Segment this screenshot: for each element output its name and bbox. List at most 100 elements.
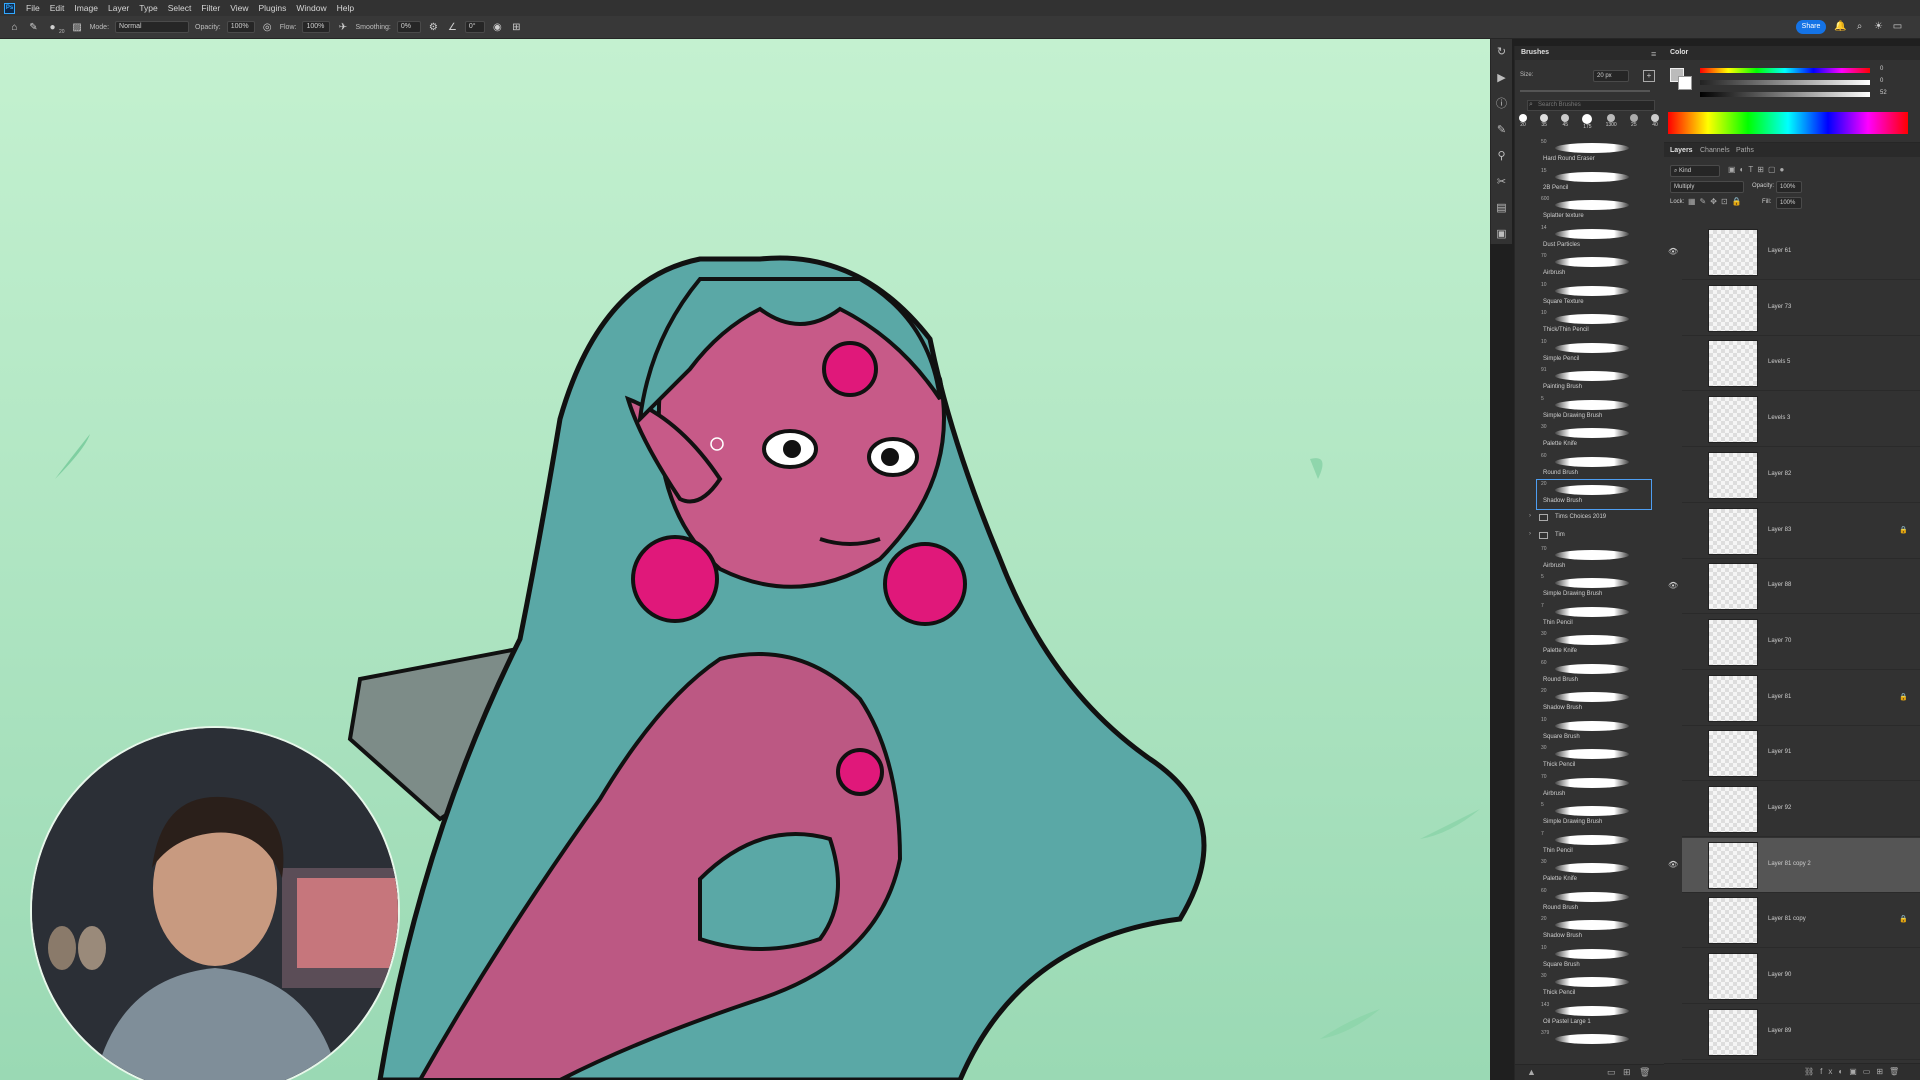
brush-preset-item[interactable]: 10 Thick/Thin Pencil [1515, 309, 1665, 338]
layer-row[interactable]: Levels 3 [1682, 392, 1920, 448]
preset-swatch[interactable]: 1300 [1606, 114, 1617, 134]
tab-layers[interactable]: Layers [1670, 147, 1693, 154]
blend-mode-select[interactable]: Multiply [1670, 181, 1744, 193]
layer-name[interactable]: Layer 83 [1768, 527, 1791, 533]
layer-row[interactable]: 👁 Layer 88 [1668, 559, 1920, 615]
menu-type[interactable]: Type [134, 3, 162, 13]
menu-file[interactable]: File [21, 3, 45, 13]
brush-preset-item[interactable]: 10 Square Brush [1515, 716, 1665, 745]
preset-swatch[interactable]: 175 [1582, 114, 1593, 134]
brush-preset-item[interactable]: 10 Square Texture [1515, 281, 1665, 310]
visibility-eye-icon[interactable]: 👁 [1668, 247, 1678, 256]
panel-menu-icon[interactable]: ≡ [1651, 49, 1656, 59]
brush-group-folder[interactable]: › Tims Choices 2019 [1515, 509, 1665, 527]
layer-row[interactable]: Layer 73 [1682, 281, 1920, 336]
brush-preset-item[interactable]: 379 [1515, 1029, 1665, 1058]
brush-preset-item[interactable]: 5 Simple Drawing Brush [1515, 573, 1665, 602]
airbrush-icon[interactable]: ✈ [336, 21, 349, 34]
brush-preset-item[interactable]: 143 Oil Pastel Large 1 [1515, 1001, 1665, 1030]
brush-preset-item[interactable]: 30 Palette Knife [1515, 858, 1665, 887]
layer-name[interactable]: Layer 70 [1768, 638, 1791, 644]
brush-preset-item[interactable]: 7 Thin Pencil [1515, 830, 1665, 859]
lock-icons[interactable]: ▦✎✥⊡🔒 [1688, 197, 1746, 206]
preset-swatch[interactable]: 45 [1561, 114, 1570, 134]
blue-slider[interactable] [1700, 92, 1870, 97]
preset-swatch[interactable]: 40 [1650, 114, 1659, 134]
layer-name[interactable]: Layer 88 [1768, 582, 1791, 588]
layer-name[interactable]: Levels 5 [1768, 359, 1790, 365]
tab-channels[interactable]: Channels [1700, 147, 1730, 154]
layer-row[interactable]: Layer 90 [1682, 949, 1920, 1005]
menu-filter[interactable]: Filter [196, 3, 225, 13]
brush-preset-item[interactable]: 70 Airbrush [1515, 773, 1665, 802]
angle-field[interactable]: 0° [464, 21, 485, 33]
layer-row[interactable]: Levels 5 [1682, 336, 1920, 392]
menu-image[interactable]: Image [69, 3, 103, 13]
layer-row[interactable]: Layer 92 [1682, 782, 1920, 837]
layer-row[interactable]: 👁 Layer 81 copy 2 [1668, 837, 1920, 893]
brush-preset-item[interactable]: 20 Shadow Brush [1515, 915, 1665, 944]
brush-preset-item[interactable]: 91 Painting Brush [1515, 366, 1665, 395]
blue-value[interactable]: 52 [1880, 90, 1887, 96]
layer-row[interactable]: Layer 89 [1682, 1005, 1920, 1060]
brush-preset-item[interactable]: 30 Palette Knife [1515, 630, 1665, 659]
red-slider[interactable] [1700, 68, 1870, 73]
layer-row[interactable]: Layer 82 [1682, 448, 1920, 503]
symmetry-icon[interactable]: ⊞ [510, 21, 523, 34]
green-slider[interactable] [1700, 80, 1870, 85]
brush-settings-panel-icon[interactable]: ✎ [1491, 117, 1512, 143]
size-field[interactable]: 20 px [1593, 70, 1629, 82]
brush-preset-item[interactable]: 15 2B Pencil [1515, 167, 1665, 196]
brush-preset-item[interactable]: 14 Dust Particles [1515, 224, 1665, 253]
green-value[interactable]: 0 [1880, 78, 1883, 84]
brush-size-toggle-icon[interactable]: ▲ [1527, 1067, 1536, 1077]
layer-name[interactable]: Layer 82 [1768, 471, 1791, 477]
size-slider[interactable] [1520, 90, 1650, 92]
history-icon[interactable]: ↻ [1491, 39, 1512, 65]
brush-group-folder[interactable]: › Tim [1515, 527, 1665, 545]
layer-row[interactable]: Layer 83 🔒 [1682, 504, 1920, 559]
brush-preset-item[interactable]: 50 Hard Round Eraser [1515, 138, 1665, 167]
visibility-eye-icon[interactable]: 👁 [1668, 581, 1678, 590]
layer-row[interactable]: Layer 81 🔒 [1682, 671, 1920, 726]
properties-icon[interactable]: ▤ [1491, 195, 1512, 221]
brush-preset-item[interactable]: 5 Simple Drawing Brush [1515, 801, 1665, 830]
photoshop-logo-icon[interactable]: Ps [4, 2, 15, 14]
layer-name[interactable]: Layer 81 [1768, 694, 1791, 700]
new-brush-icon[interactable]: + [1643, 70, 1655, 82]
red-value[interactable]: 0 [1880, 66, 1883, 72]
share-button[interactable]: Share [1796, 20, 1826, 34]
layer-row[interactable]: Layer 91 [1682, 726, 1920, 782]
menu-layer[interactable]: Layer [103, 3, 134, 13]
brush-preset-item[interactable]: 30 Thick Pencil [1515, 744, 1665, 773]
brush-preset-item[interactable]: 30 Thick Pencil [1515, 972, 1665, 1001]
new-group-icon[interactable]: ▭ [1607, 1067, 1616, 1078]
workspace-icon[interactable]: ▭ [1891, 20, 1904, 34]
mode-select[interactable]: Normal [115, 21, 190, 33]
layer-name[interactable]: Layer 81 copy 2 [1768, 861, 1811, 867]
notifications-icon[interactable]: 🔔 [1834, 20, 1847, 34]
layer-opacity-field[interactable]: 100% [1776, 181, 1802, 193]
brush-preset-item[interactable]: 20 Shadow Brush [1536, 479, 1652, 510]
color-panel-title[interactable]: Color [1670, 49, 1688, 56]
layer-row[interactable]: Layer 81 copy 🔒 [1682, 893, 1920, 949]
clone-source-icon[interactable]: ⚲ [1491, 143, 1512, 169]
tab-paths[interactable]: Paths [1736, 147, 1754, 154]
pressure-size-icon[interactable]: ◉ [491, 21, 504, 34]
actions-play-icon[interactable]: ▶ [1491, 65, 1512, 91]
menu-window[interactable]: Window [291, 3, 331, 13]
opacity-field[interactable]: 100% [226, 21, 255, 33]
brush-preset-item[interactable]: 10 Simple Pencil [1515, 338, 1665, 367]
brush-preset-item[interactable]: 30 Palette Knife [1515, 423, 1665, 452]
brush-preset-item[interactable]: 7 Thin Pencil [1515, 602, 1665, 631]
brush-search-input[interactable]: Search Brushes [1527, 100, 1655, 111]
fill-field[interactable]: 100% [1776, 197, 1802, 209]
smoothing-settings-gear-icon[interactable]: ⚙ [427, 21, 440, 34]
preset-swatch[interactable]: 25 [1629, 114, 1638, 134]
brush-tool-icon[interactable]: ✎ [27, 21, 40, 34]
new-brush-footer-icon[interactable]: ⊞ [1623, 1067, 1631, 1078]
libraries-icon[interactable]: ▣ [1491, 221, 1512, 247]
layer-name[interactable]: Levels 3 [1768, 415, 1790, 421]
layer-name[interactable]: Layer 89 [1768, 1028, 1791, 1034]
layer-name[interactable]: Layer 91 [1768, 749, 1791, 755]
